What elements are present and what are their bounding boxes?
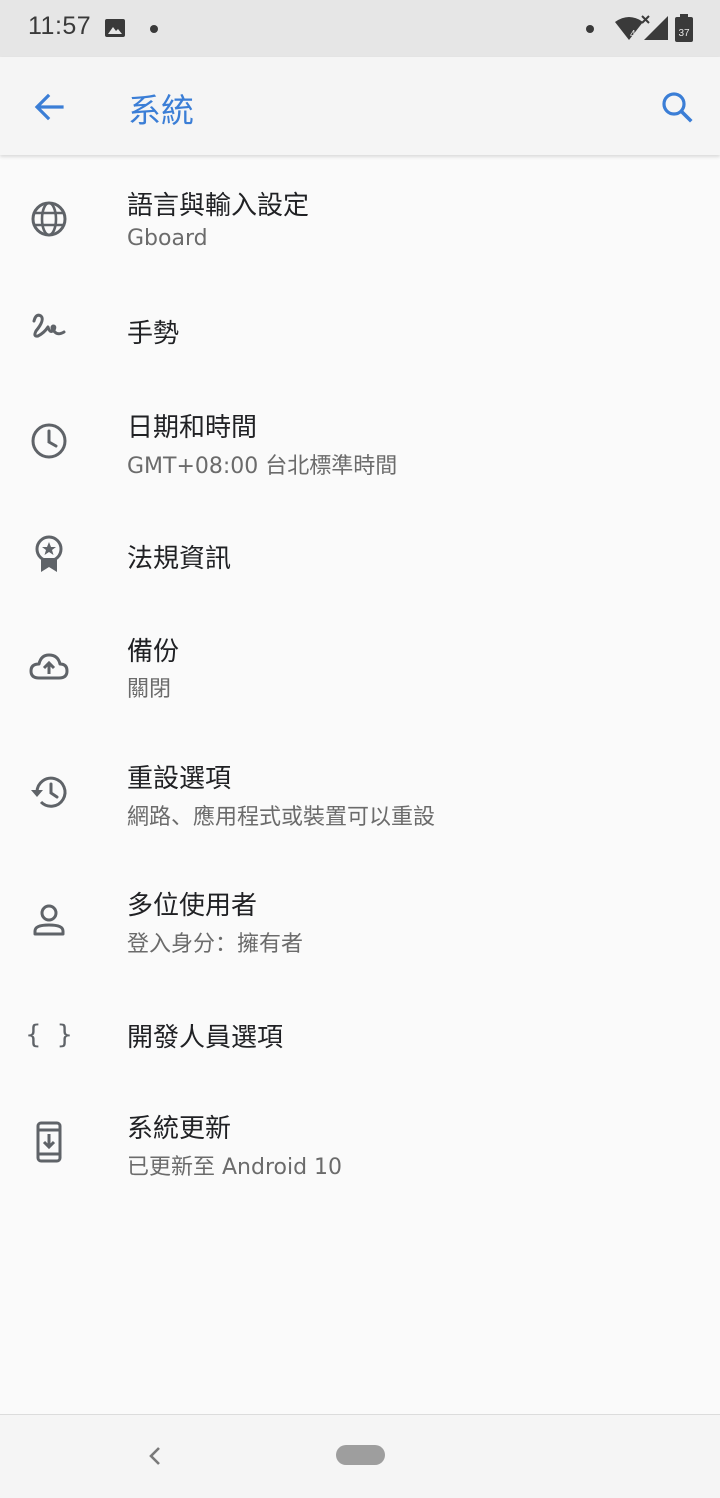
system-update-icon [36,1121,62,1163]
item-title: 手勢 [127,319,180,349]
battery-level: 37 [678,28,690,39]
item-title: 重設選項 [127,764,232,794]
item-title: 備份 [127,637,180,667]
item-title: 語言與輸入設定 [127,191,310,221]
notification-dot-icon [586,25,594,33]
image-icon [105,19,125,37]
signal-icon [644,16,668,40]
item-title: 開發人員選項 [127,1023,284,1053]
search-icon [662,92,693,123]
list-item-backup[interactable]: 備份 關閉 [0,605,720,735]
list-item-reset-options[interactable]: 重設選項 網路、應用程式或裝置可以重設 [0,735,720,863]
page-title: 系統 [128,91,194,130]
item-subtitle: 登入身分：擁有者 [127,932,304,957]
gesture-icon [32,313,66,338]
braces-icon: { } [28,1020,70,1050]
network-type: 4 [630,29,636,40]
list-item-developer-options[interactable]: { } 開發人員選項 [0,991,720,1087]
arrow-back-icon [34,93,64,121]
list-item-date-time[interactable]: 日期和時間 GMT+08:00 台北標準時間 [0,379,720,509]
item-subtitle: 網路、應用程式或裝置可以重設 [127,805,436,830]
cloud-upload-icon [29,653,69,680]
search-button[interactable] [653,83,701,131]
status-time: 11:57 [28,12,92,40]
navigation-bar [0,1414,720,1498]
battery-icon: 37 [675,14,693,42]
item-title: 日期和時間 [127,413,258,443]
person-icon [33,904,65,936]
badge-icon [35,535,63,572]
status-bar: 11:57 4 37 [0,0,720,57]
svg-text:{ }: { } [28,1020,70,1050]
item-subtitle: 已更新至 Android 10 [127,1155,343,1180]
item-title: 法規資訊 [127,544,232,574]
chevron-left-icon [149,1447,160,1465]
item-title: 多位使用者 [127,891,258,921]
item-subtitle: Gboard [127,226,208,251]
back-button[interactable] [26,83,74,131]
history-icon [31,776,67,808]
item-subtitle: 關閉 [127,677,172,702]
item-subtitle: GMT+08:00 台北標準時間 [127,454,398,479]
nav-back-button[interactable] [140,1441,170,1471]
list-item-system-update[interactable]: 系統更新 已更新至 Android 10 [0,1087,720,1217]
notification-dot-icon [150,25,158,33]
globe-icon [31,201,67,237]
clock-icon [31,423,67,459]
item-title: 系統更新 [127,1114,232,1144]
nav-home-button[interactable] [336,1445,385,1465]
list-item-multiple-users[interactable]: 多位使用者 登入身分：擁有者 [0,863,720,991]
app-bar: 系統 [0,57,720,155]
list-item-regulatory-info[interactable]: 法規資訊 [0,509,720,605]
list-item-gestures[interactable]: 手勢 [0,283,720,379]
list-item-language-input[interactable]: 語言與輸入設定 Gboard [0,155,720,283]
